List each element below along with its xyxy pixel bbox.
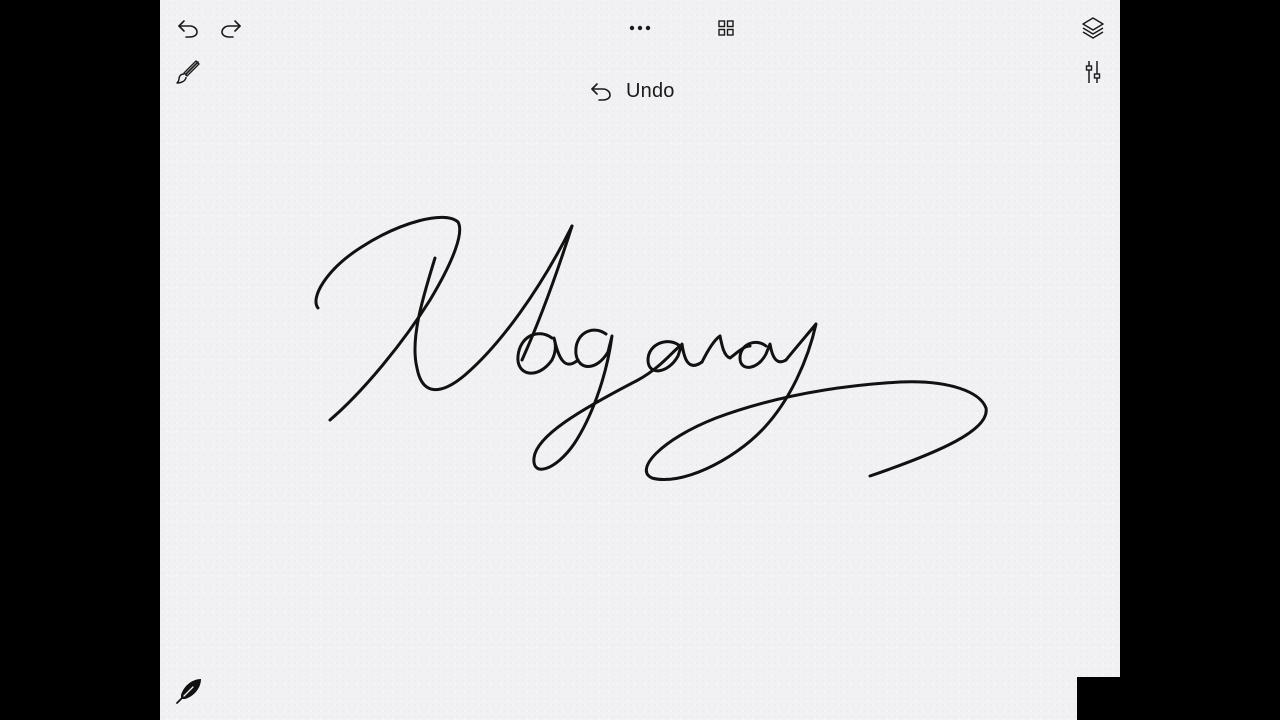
signature-drawing xyxy=(314,215,988,481)
corner-overlay xyxy=(1077,677,1120,720)
brush-button[interactable] xyxy=(174,58,202,86)
undo-toast-label: Undo xyxy=(626,79,675,102)
more-options-button[interactable] xyxy=(626,18,654,38)
quill-button[interactable] xyxy=(174,676,204,706)
undo-arrow-icon xyxy=(591,83,611,101)
undo-button[interactable] xyxy=(176,16,200,40)
grid-icon xyxy=(718,20,734,36)
undo-arrow-icon xyxy=(178,20,198,38)
letterbox-left xyxy=(0,0,160,720)
redo-arrow-icon xyxy=(221,20,241,38)
letterbox-right xyxy=(1120,0,1280,720)
sliders-icon xyxy=(1085,61,1101,83)
paintbrush-icon xyxy=(176,60,200,84)
quill-feather-icon xyxy=(176,679,201,704)
layers-icon xyxy=(1082,17,1104,39)
adjustments-button[interactable] xyxy=(1082,58,1104,86)
drawing-canvas[interactable]: Undo xyxy=(160,0,1120,720)
gallery-button[interactable] xyxy=(716,18,736,38)
undo-toast[interactable]: Undo xyxy=(580,74,685,108)
layers-button[interactable] xyxy=(1079,14,1107,42)
ellipsis-icon xyxy=(629,25,651,31)
redo-button[interactable] xyxy=(219,16,243,40)
